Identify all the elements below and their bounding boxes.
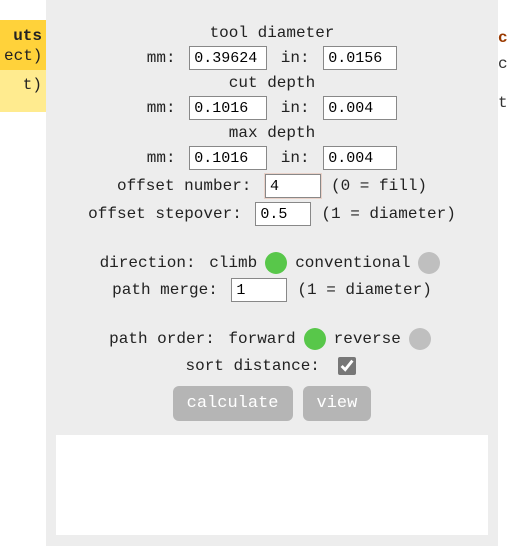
path-merge-label: path merge:: [112, 281, 227, 299]
path-merge-note: (1 = diameter): [297, 281, 431, 299]
path-merge-row: path merge: (1 = diameter): [56, 278, 488, 302]
forward-label: forward: [228, 330, 295, 348]
mm-label: mm:: [147, 149, 185, 167]
path-order-row: path order: forward reverse: [56, 328, 488, 350]
climb-label: climb: [209, 254, 257, 272]
offset-number-note: (0 = fill): [331, 177, 427, 195]
view-button[interactable]: view: [303, 386, 372, 421]
mm-label: mm:: [147, 49, 185, 67]
right-text-3: t: [498, 91, 509, 117]
offset-number-label: offset number:: [117, 177, 261, 195]
left-panel-fragment: uts ect) t): [0, 20, 46, 135]
mm-label: mm:: [147, 99, 185, 117]
max-depth-title: max depth: [56, 124, 488, 142]
output-area: [56, 435, 488, 535]
path-order-forward-radio[interactable]: [304, 328, 326, 350]
right-text-2: c: [498, 52, 509, 78]
offset-number-input[interactable]: [265, 174, 321, 198]
offset-stepover-label: offset stepover:: [88, 205, 251, 223]
cut-depth-title: cut depth: [56, 74, 488, 92]
sort-distance-label: sort distance:: [185, 357, 329, 375]
direction-conventional-radio[interactable]: [418, 252, 440, 274]
left-panel-item-2: t): [0, 70, 46, 112]
in-label: in:: [271, 49, 319, 67]
path-order-label: path order:: [109, 330, 224, 348]
conventional-label: conventional: [295, 254, 410, 272]
direction-row: direction: climb conventional: [56, 252, 488, 274]
sort-distance-row: sort distance:: [56, 354, 488, 378]
max-depth-in-input[interactable]: [323, 146, 397, 170]
button-row: calculate view: [56, 386, 488, 421]
main-panel: tool diameter mm: in: cut depth mm: in: …: [46, 0, 498, 546]
offset-number-row: offset number: (0 = fill): [56, 174, 488, 198]
sort-distance-checkbox[interactable]: [338, 357, 356, 375]
left-panel-text-2: ect): [4, 46, 42, 66]
right-text-1: c: [498, 26, 509, 52]
offset-stepover-row: offset stepover: (1 = diameter): [56, 202, 488, 226]
left-panel-text-3: t): [4, 76, 42, 94]
tool-diameter-title: tool diameter: [56, 24, 488, 42]
cut-depth-mm-input[interactable]: [189, 96, 267, 120]
reverse-label: reverse: [334, 330, 401, 348]
max-depth-mm-input[interactable]: [189, 146, 267, 170]
max-depth-row: mm: in:: [56, 146, 488, 170]
direction-label: direction:: [100, 254, 206, 272]
in-label: in:: [271, 149, 319, 167]
left-panel-text-1: uts: [4, 26, 42, 46]
tool-diameter-in-input[interactable]: [323, 46, 397, 70]
offset-stepover-input[interactable]: [255, 202, 311, 226]
tool-diameter-row: mm: in:: [56, 46, 488, 70]
direction-climb-radio[interactable]: [265, 252, 287, 274]
path-order-reverse-radio[interactable]: [409, 328, 431, 350]
cut-depth-in-input[interactable]: [323, 96, 397, 120]
calculate-button[interactable]: calculate: [173, 386, 293, 421]
cut-depth-row: mm: in:: [56, 96, 488, 120]
right-panel-fragment: c c t: [498, 20, 509, 140]
left-panel-item-1: uts ect): [0, 20, 46, 70]
tool-diameter-mm-input[interactable]: [189, 46, 267, 70]
in-label: in:: [271, 99, 319, 117]
path-merge-input[interactable]: [231, 278, 287, 302]
offset-stepover-note: (1 = diameter): [321, 205, 455, 223]
